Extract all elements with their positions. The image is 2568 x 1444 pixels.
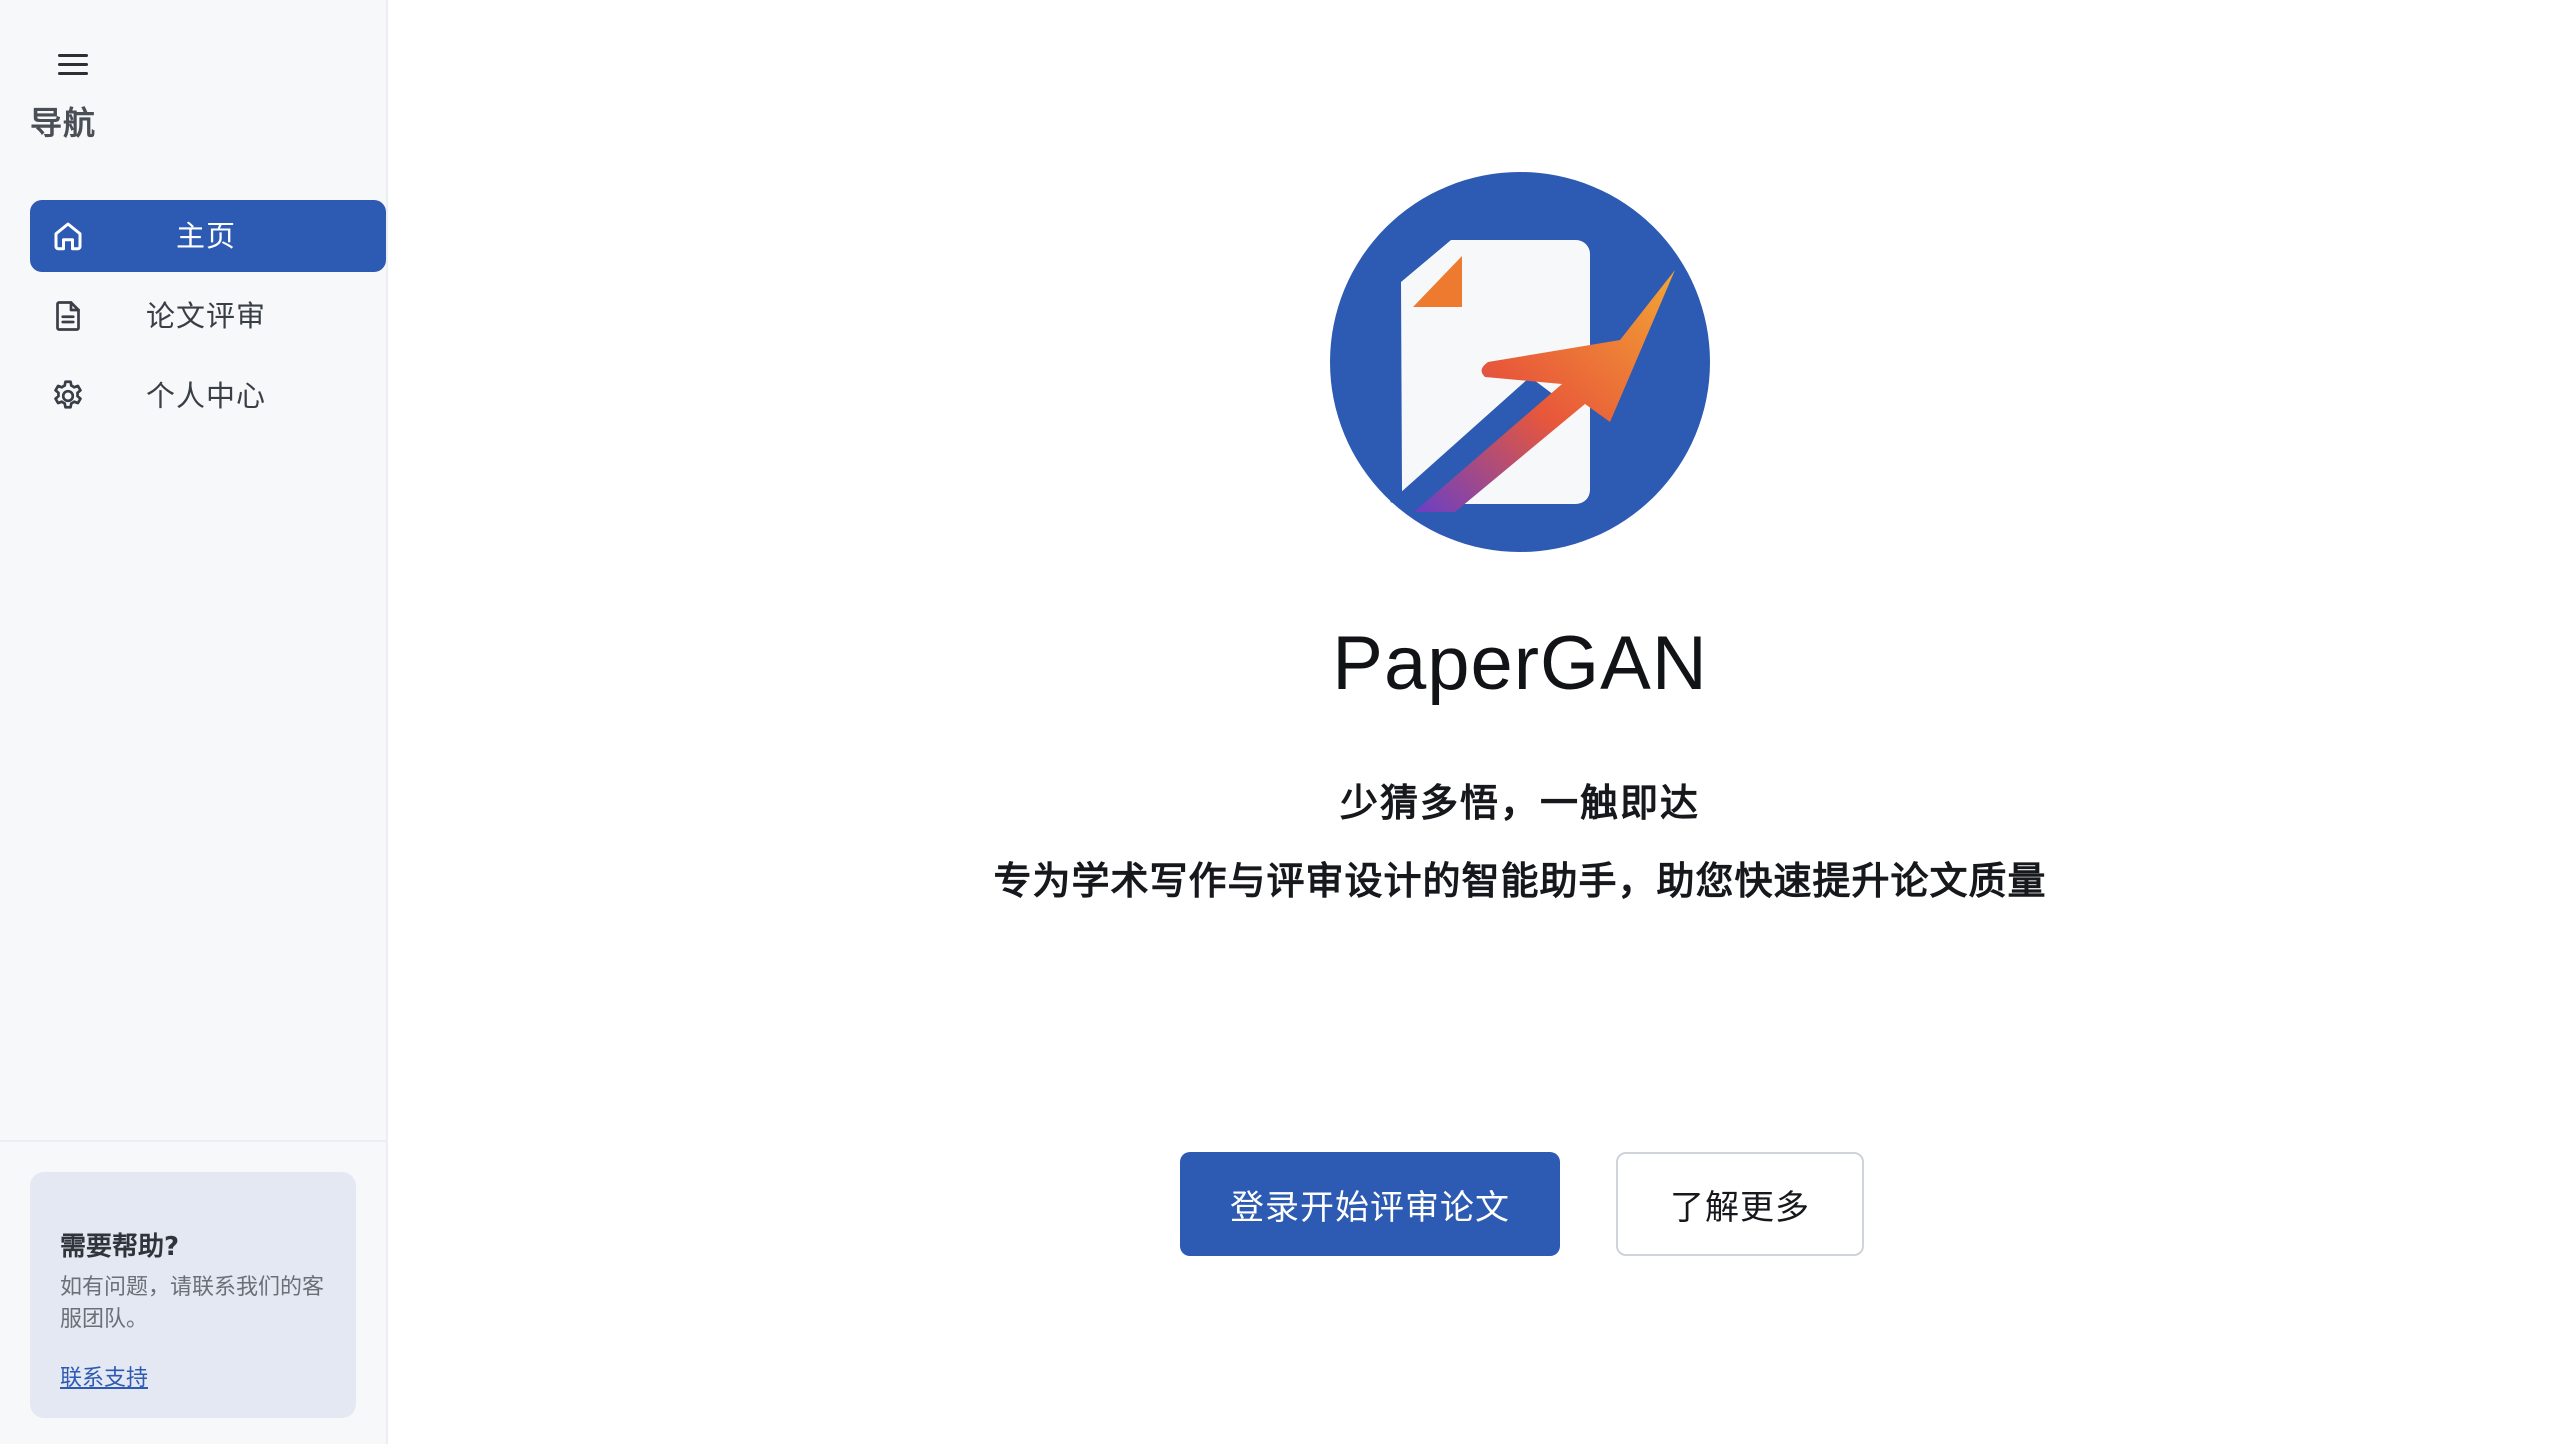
hamburger-menu-icon[interactable] xyxy=(56,50,92,80)
help-title: 需要帮助? xyxy=(60,1232,180,1262)
main-content: PaperGAN 少猜多悟，一触即达 专为学术写作与评审设计的智能助手，助您快速… xyxy=(388,0,2568,1444)
nav-list: 主页 论文评审 个人中心 xyxy=(30,200,386,440)
tagline: 少猜多悟，一触即达 xyxy=(1339,781,1700,825)
help-card: 需要帮助? 如有问题，请联系我们的客服团队。 联系支持 xyxy=(30,1172,356,1418)
sidebar-item-label: 个人中心 xyxy=(146,379,267,413)
papergan-logo xyxy=(1330,172,1710,552)
nav-title: 导航 xyxy=(30,104,97,142)
help-description: 如有问题，请联系我们的客服团队。 xyxy=(60,1275,325,1332)
app-title: PaperGAN xyxy=(1332,621,1708,706)
sidebar-item-paper-review[interactable]: 论文评审 xyxy=(30,280,386,352)
sidebar: 导航 主页 论文评审 个人中心 需要帮助? 如有问题，请联系我们的客服团队。 联… xyxy=(0,0,388,1444)
gear-icon xyxy=(54,380,82,409)
learn-more-button[interactable]: 了解更多 xyxy=(1616,1152,1864,1256)
sidebar-item-home[interactable]: 主页 xyxy=(30,200,386,272)
divider xyxy=(0,1140,388,1142)
contact-support-link[interactable]: 联系支持 xyxy=(60,1360,148,1392)
document-icon xyxy=(56,301,80,331)
app-root: 导航 主页 论文评审 个人中心 需要帮助? 如有问题，请联系我们的客服团队。 联… xyxy=(0,0,2568,1444)
sidebar-item-profile[interactable]: 个人中心 xyxy=(30,360,386,432)
sidebar-item-label: 主页 xyxy=(176,219,237,253)
home-icon xyxy=(54,222,82,251)
subtitle: 专为学术写作与评审设计的智能助手，助您快速提升论文质量 xyxy=(993,859,2047,903)
login-start-review-button[interactable]: 登录开始评审论文 xyxy=(1180,1152,1560,1256)
sidebar-item-label: 论文评审 xyxy=(146,299,267,333)
